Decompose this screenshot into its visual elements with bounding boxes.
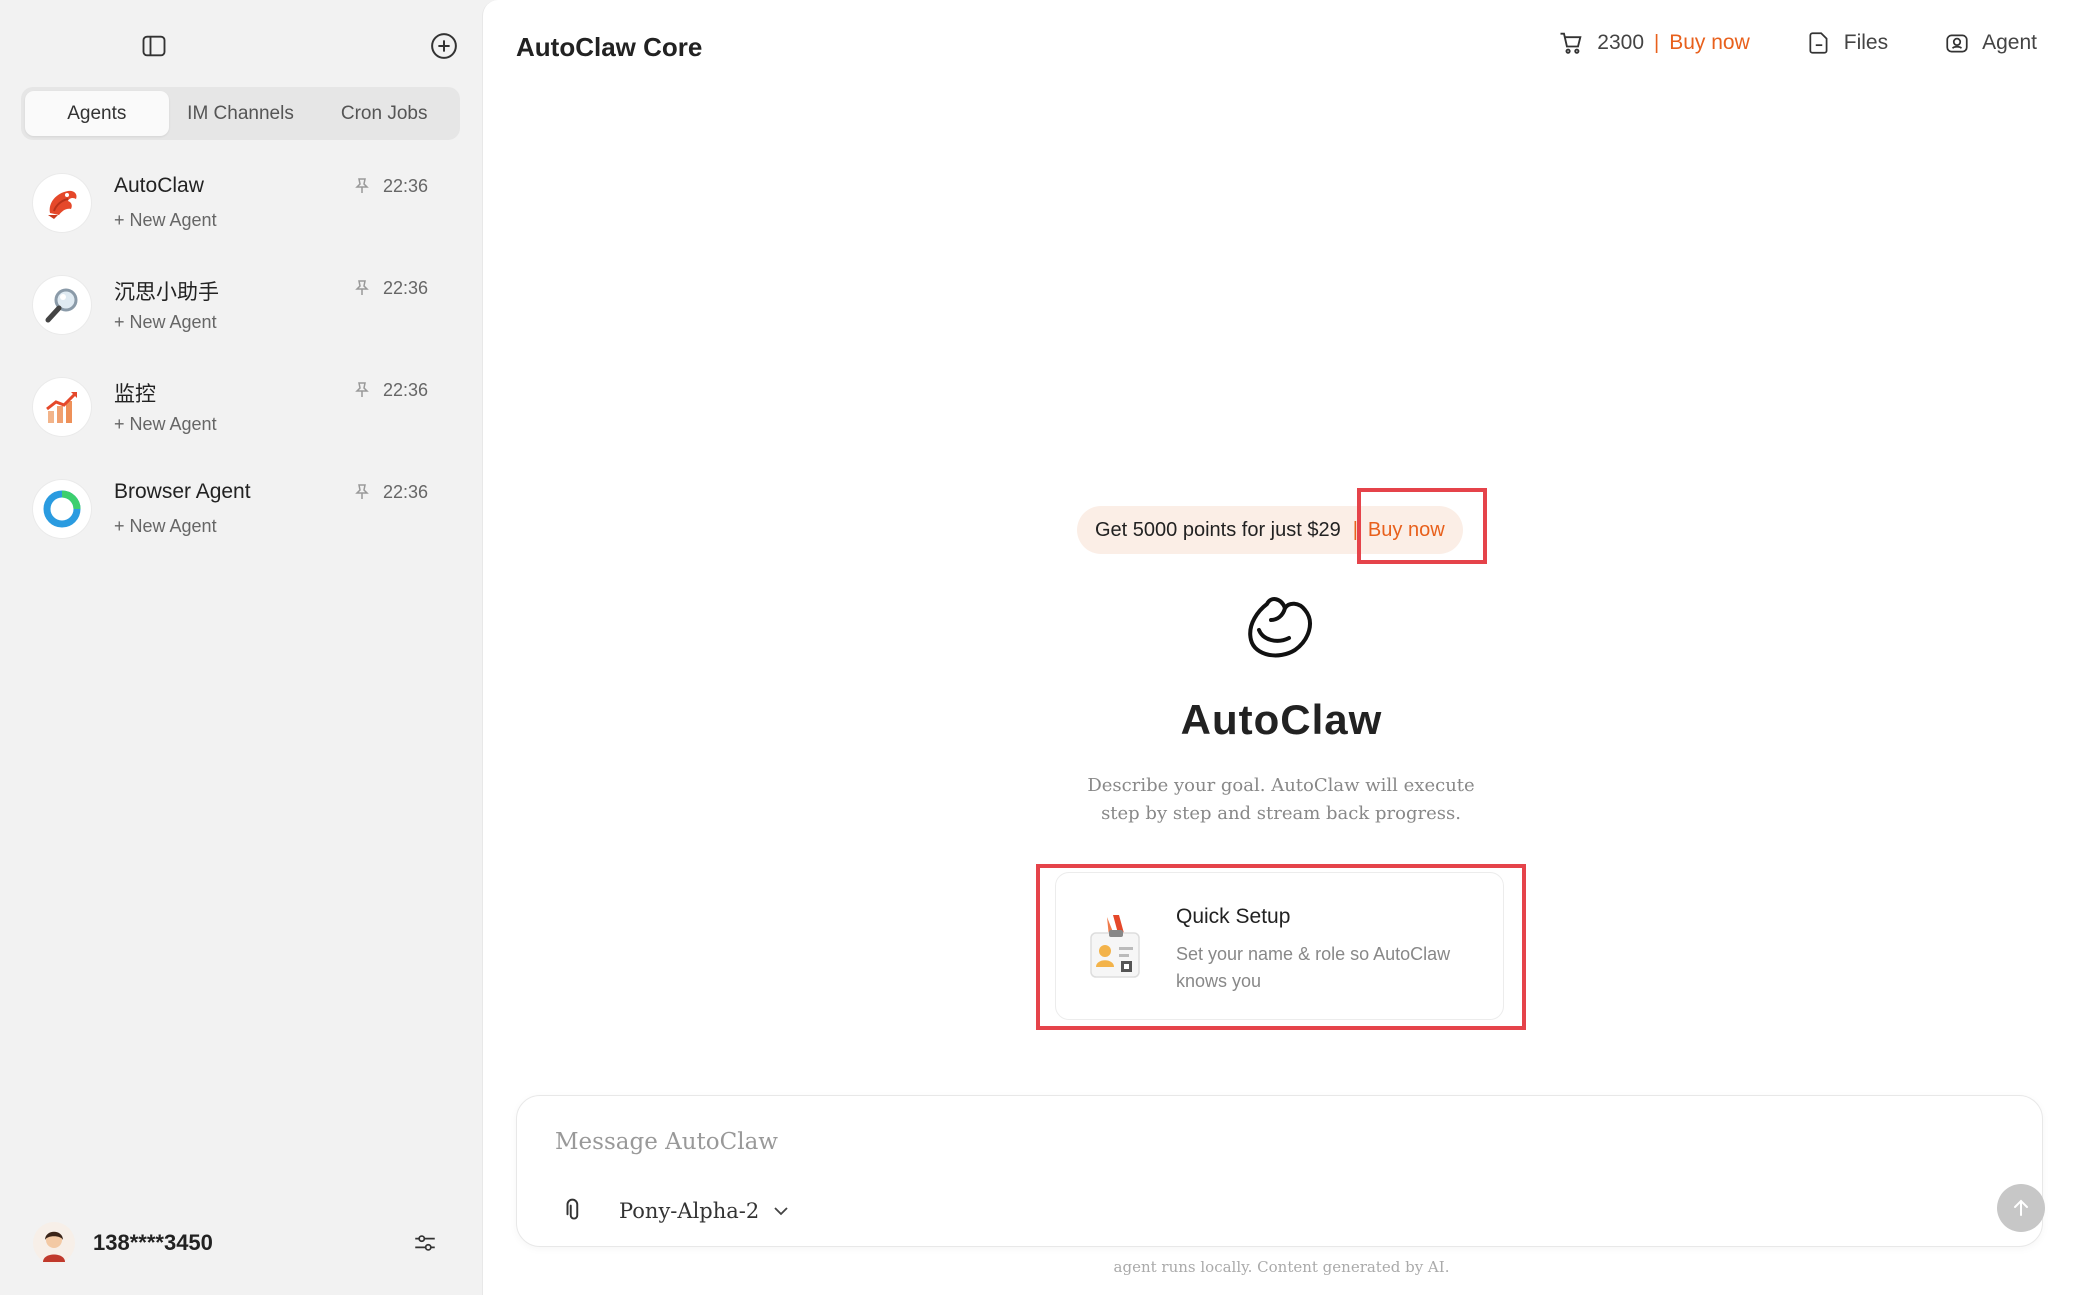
buy-now-link[interactable]: Buy now (1669, 31, 1750, 55)
pin-icon[interactable] (352, 380, 372, 400)
files-label: Files (1843, 31, 1889, 54)
agent-time: 22:36 (383, 176, 429, 196)
model-selector[interactable]: Pony-Alpha-2 (619, 1196, 791, 1226)
agent-time: 22:36 (383, 482, 429, 502)
agent-time: 22:36 (383, 380, 429, 400)
settings-button[interactable] (410, 1228, 440, 1258)
files-button[interactable]: Files (1806, 30, 1888, 56)
main-panel: AutoClaw Core 2300 | Buy now Files Agent… (482, 0, 2079, 1295)
lobster-claw-icon (48, 190, 77, 219)
separator: | (1654, 31, 1660, 54)
sidebar-header (0, 0, 482, 86)
agent-subtitle: + New Agent (114, 414, 217, 434)
app-window: Agents IM Channels Cron Jobs AutoClaw + … (0, 0, 2079, 1295)
chevron-down-icon (774, 1207, 788, 1216)
separator: | (1352, 518, 1358, 541)
avatar[interactable] (33, 1222, 75, 1264)
message-input[interactable] (555, 1122, 1855, 1162)
agent-list: AutoClaw + New Agent 22:36 沉思小助手 + New A… (0, 158, 482, 566)
send-button[interactable] (1997, 1184, 2045, 1232)
agent-item-autoclaw[interactable]: AutoClaw + New Agent 22:36 (0, 158, 482, 260)
page-title: AutoClaw Core (516, 32, 703, 62)
agent-subtitle: + New Agent (114, 516, 217, 536)
sidebar-panel-icon (142, 35, 166, 57)
agent-subtitle: + New Agent (114, 312, 217, 332)
quick-setup-description: Set your name & role so AutoClaw knows y… (1176, 944, 1451, 991)
agent-name: Browser Agent (114, 480, 251, 503)
model-name: Pony-Alpha-2 (619, 1199, 760, 1223)
browser-ring-icon (43, 490, 81, 528)
id-badge-icon (1090, 915, 1140, 978)
agent-name: 沉思小助手 (114, 281, 219, 304)
agent-avatar (33, 276, 91, 334)
promo-banner: Get 5000 points for just $29 | Buy now (1077, 506, 1463, 554)
robot-icon (1946, 34, 1968, 53)
agent-item-assistant[interactable]: 沉思小助手 + New Agent 22:36 (0, 260, 482, 362)
pin-icon[interactable] (352, 176, 372, 196)
agent-avatar (33, 378, 91, 436)
tab-im-channels[interactable]: IM Channels (169, 91, 313, 136)
sliders-icon (415, 1235, 435, 1251)
arrow-up-icon (2014, 1199, 2028, 1216)
message-composer: Pony-Alpha-2 (516, 1095, 2045, 1247)
sidebar-toggle-button[interactable] (136, 28, 172, 64)
file-icon (1809, 32, 1828, 54)
agent-item-browser-agent[interactable]: Browser Agent + New Agent 22:36 (0, 464, 482, 566)
sidebar: Agents IM Channels Cron Jobs AutoClaw + … (0, 0, 482, 1295)
quick-setup-card[interactable]: Quick Setup Set your name & role so Auto… (1055, 872, 1504, 1020)
agent-label: Agent (1982, 31, 2037, 54)
new-chat-button[interactable] (425, 27, 463, 65)
plus-circle-icon (431, 33, 457, 59)
paperclip-icon (566, 1198, 579, 1220)
autoclaw-logo-icon (1248, 597, 1312, 658)
magnifier-icon (45, 288, 78, 323)
footnote: agent runs locally. Content generated by… (1113, 1258, 1450, 1276)
tab-agents[interactable]: Agents (25, 91, 169, 136)
promo-text: Get 5000 points for just $29 (1095, 518, 1341, 541)
pin-icon[interactable] (352, 278, 372, 298)
cart-icon (1560, 32, 1582, 54)
tab-cron-jobs[interactable]: Cron Jobs (312, 91, 456, 136)
sidebar-tabs: Agents IM Channels Cron Jobs (21, 87, 460, 140)
agent-name: 监控 (114, 383, 156, 406)
agent-avatar (33, 480, 91, 538)
points-cart[interactable]: 2300 | Buy now (1557, 29, 1750, 57)
agent-button[interactable]: Agent (1944, 30, 2037, 56)
points-count: 2300 (1597, 31, 1645, 54)
user-panel: 138****3450 (0, 1210, 482, 1270)
pin-icon[interactable] (352, 482, 372, 502)
user-name: 138****3450 (93, 1230, 213, 1255)
agent-item-monitor[interactable]: 监控 + New Agent 22:36 (0, 362, 482, 464)
hero-title: AutoClaw (1180, 696, 1383, 743)
agent-time: 22:36 (383, 278, 429, 298)
agent-avatar (33, 174, 91, 232)
agent-subtitle: + New Agent (114, 210, 217, 230)
promo-buy-now-link[interactable]: Buy now (1368, 519, 1445, 542)
top-toolbar: 2300 | Buy now Files Agent (1557, 26, 2037, 60)
quick-setup-title: Quick Setup (1176, 905, 1291, 928)
chart-icon (46, 391, 78, 423)
attach-button[interactable] (559, 1196, 589, 1226)
hero-description: Describe your goal. AutoClaw will execut… (1087, 775, 1475, 824)
agent-name: AutoClaw (114, 174, 204, 197)
